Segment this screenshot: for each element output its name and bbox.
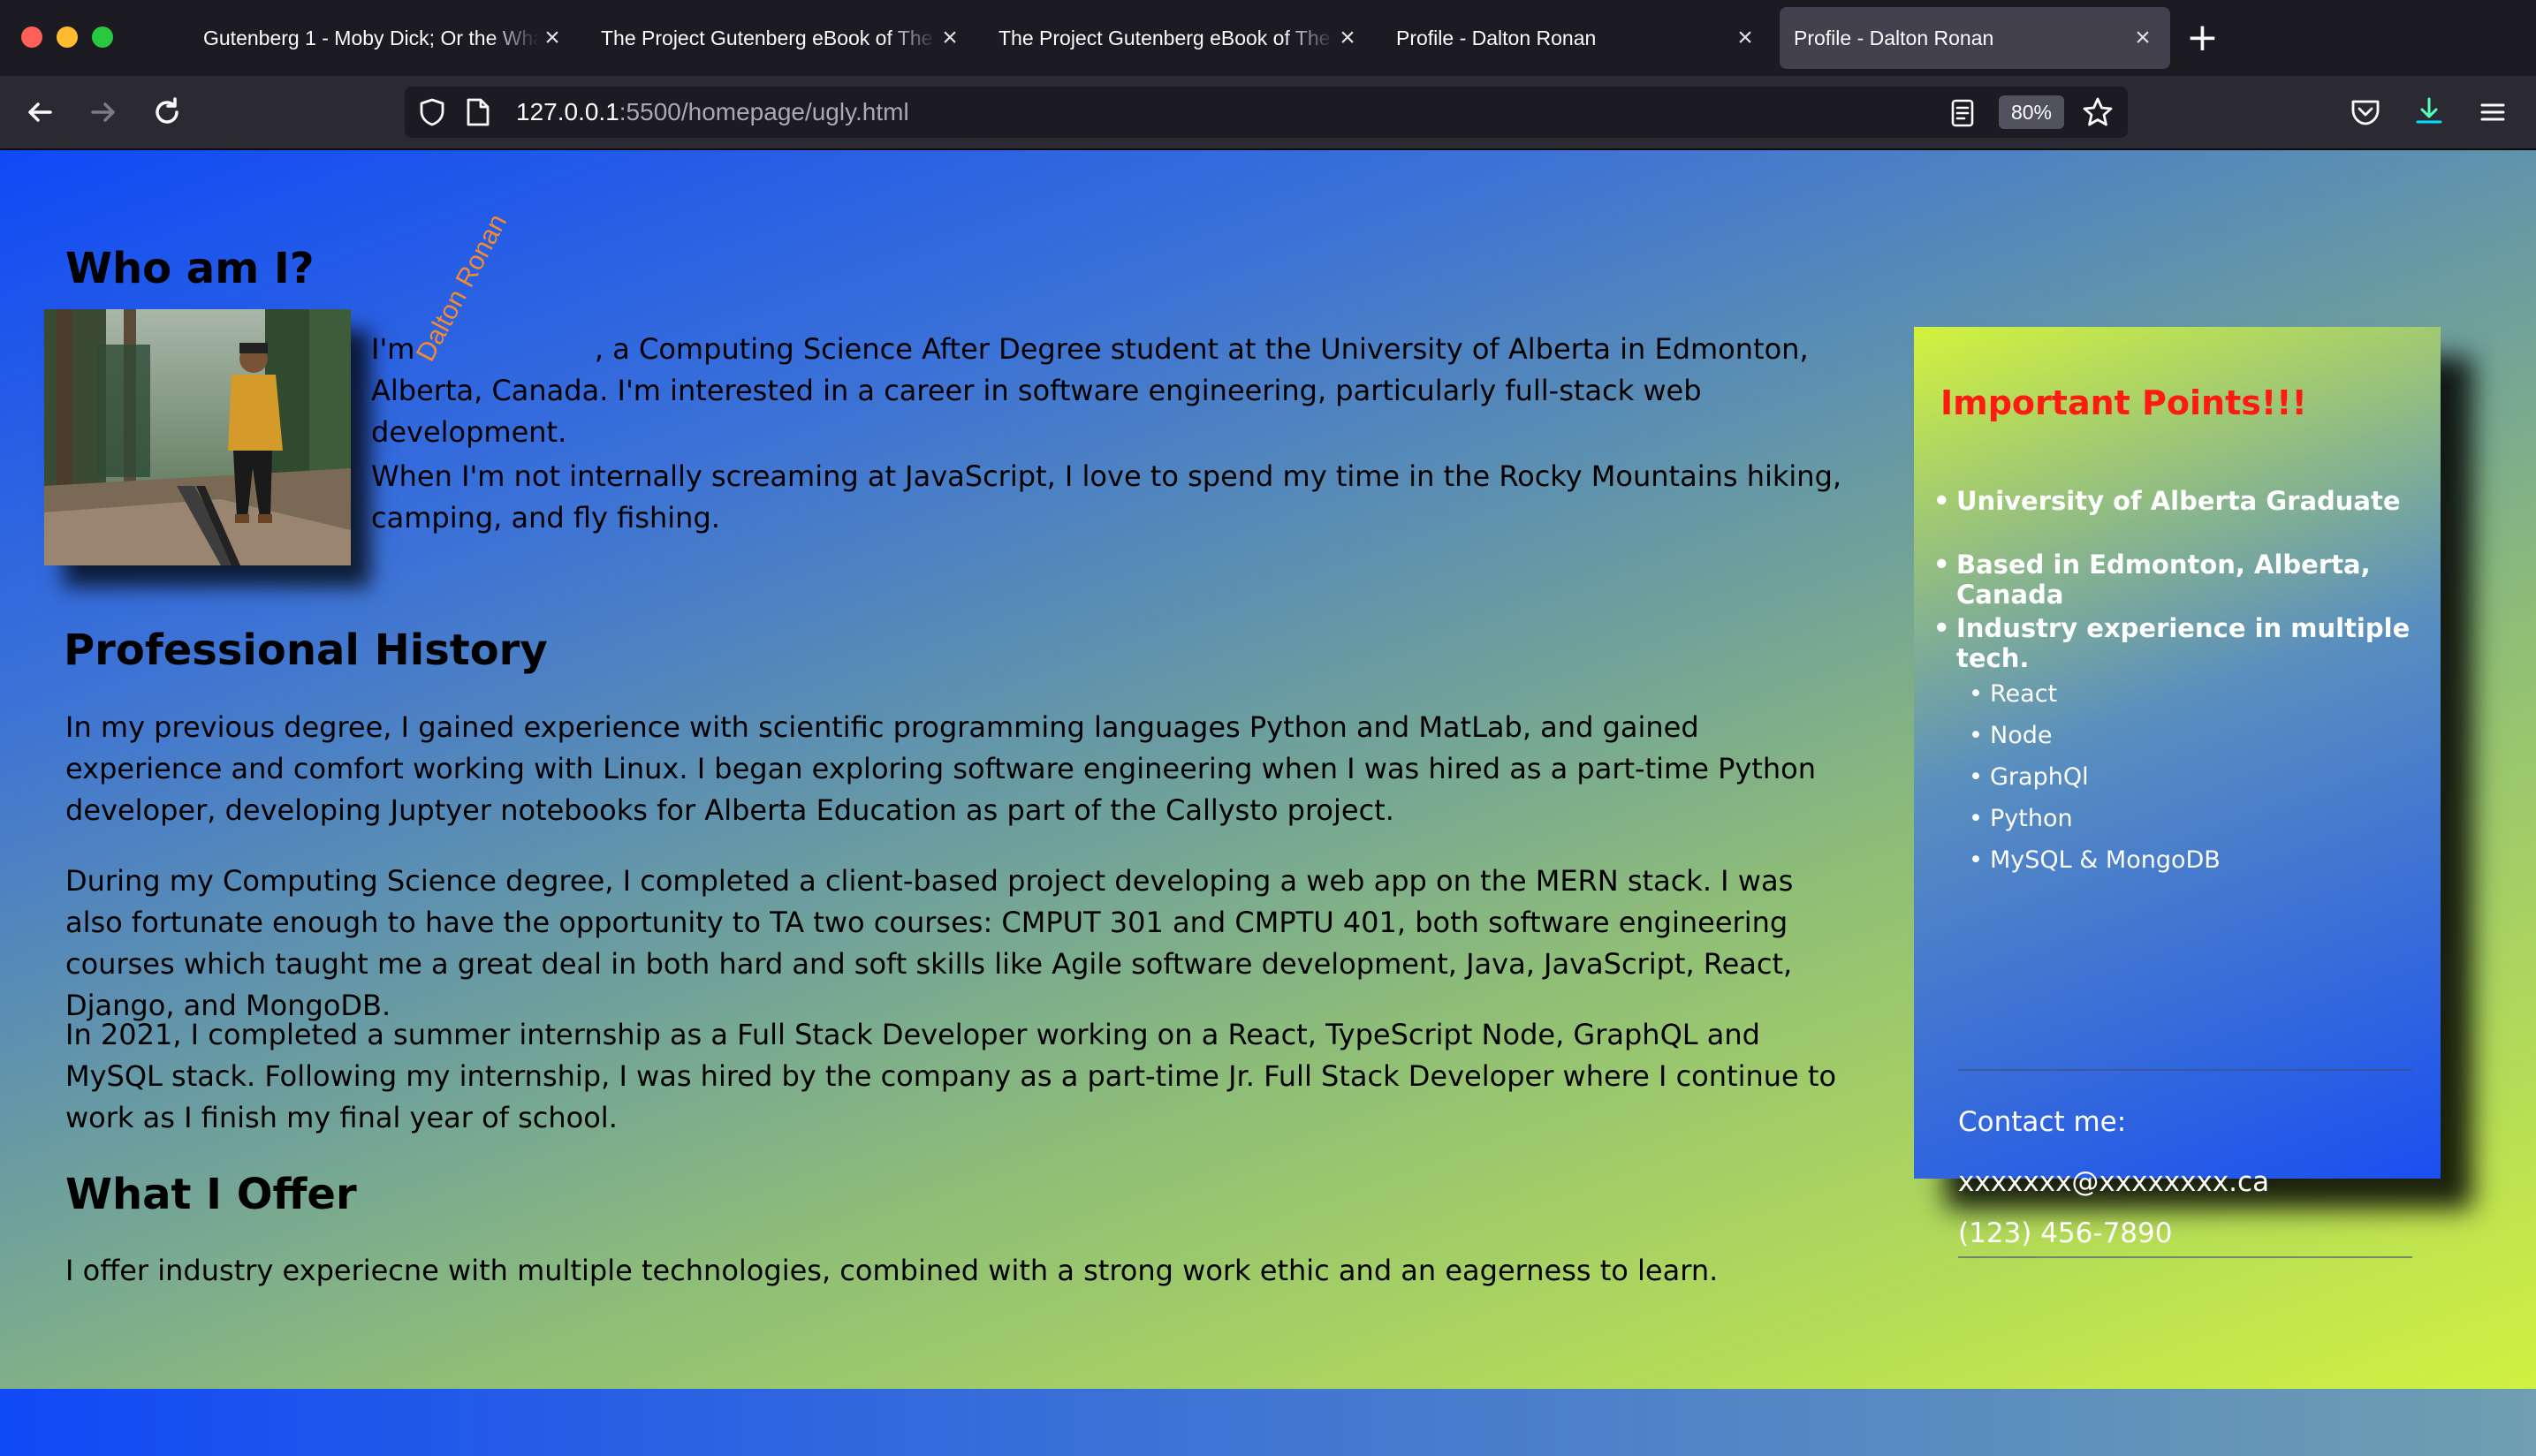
tab-title: The Project Gutenberg eBook of The [601, 26, 933, 49]
tech-item: Node [1969, 715, 2441, 756]
bookmark-star-icon[interactable] [2082, 96, 2114, 132]
close-icon[interactable]: × [2130, 23, 2156, 53]
forward-arrow-icon[interactable] [83, 92, 124, 133]
window-minimize-button[interactable] [57, 27, 78, 48]
menu-hamburger-icon[interactable] [2476, 95, 2509, 133]
back-arrow-icon[interactable] [19, 92, 60, 133]
tab-title: Profile - Dalton Ronan [1794, 26, 1994, 49]
page-icon [465, 97, 491, 131]
browser-tab[interactable]: Gutenberg 1 - Moby Dick; Or the Whale × [189, 7, 580, 69]
tech-item: MySQL & MongoDB [1969, 839, 2441, 881]
intro-paragraph: I'm , a Computing Science After Degree s… [371, 332, 1818, 449]
history-heading: Professional History [64, 626, 548, 675]
page-viewport: Who am I? I'm , a Computing Science Afte… [0, 150, 2536, 1456]
tech-item: Python [1969, 798, 2441, 839]
url-host: 127.0.0.1 [516, 98, 619, 125]
tab-title: Profile - Dalton Ronan [1396, 26, 1597, 49]
contact-label: Contact me: [1958, 1106, 2127, 1138]
point-item: Based in Edmonton, Alberta, Canada [1933, 550, 2441, 613]
reader-view-icon[interactable] [1949, 98, 1976, 132]
point-item: University of Alberta Graduate [1933, 486, 2441, 550]
close-icon[interactable]: × [937, 23, 963, 53]
history-paragraph: In my previous degree, I gained experien… [65, 710, 1816, 827]
contact-email[interactable]: xxxxxxx@xxxxxxxx.ca [1958, 1166, 2269, 1198]
divider [1958, 1069, 2412, 1071]
points-list: University of Alberta Graduate Based in … [1933, 486, 2441, 881]
zoom-level-button[interactable]: 80% [1999, 95, 2064, 129]
new-tab-button[interactable]: + [2186, 16, 2219, 60]
tab-bar: Gutenberg 1 - Moby Dick; Or the Whale × … [0, 0, 2536, 76]
history-paragraph: In 2021, I completed a summer internship… [65, 1018, 1837, 1134]
offer-heading: What I Offer [65, 1170, 357, 1219]
shield-icon[interactable] [417, 97, 447, 131]
hobby-paragraph: When I'm not internally screaming at Jav… [371, 459, 1842, 535]
reload-icon[interactable] [147, 92, 187, 133]
offer-paragraph: I offer industry experiecne with multipl… [65, 1254, 1719, 1287]
url-text[interactable]: 127.0.0.1:5500/homepage/ugly.html [516, 87, 909, 138]
address-bar[interactable]: 127.0.0.1:5500/homepage/ugly.html 80% [405, 87, 2128, 138]
download-icon[interactable] [2412, 95, 2446, 133]
close-icon[interactable]: × [1732, 23, 1758, 53]
card-title: Important Points!!! [1940, 383, 2307, 422]
tech-item: React [1969, 673, 2441, 715]
tab-title: Gutenberg 1 - Moby Dick; Or the Whale [203, 26, 539, 49]
browser-tab-active[interactable]: Profile - Dalton Ronan × [1780, 7, 2170, 69]
contact-phone[interactable]: (123) 456-7890 [1958, 1217, 2172, 1249]
point-item: Industry experience in multiple tech. Re… [1933, 613, 2441, 881]
point-label: Industry experience in multiple tech. [1956, 613, 2411, 673]
browser-tab[interactable]: The Project Gutenberg eBook of The × [587, 7, 977, 69]
history-paragraph: During my Computing Science degree, I co… [65, 864, 1794, 1022]
tech-list: React Node GraphQl Python MySQL & MongoD… [1956, 673, 2441, 881]
important-points-card: Important Points!!! University of Albert… [1914, 327, 2441, 1258]
window-close-button[interactable] [21, 27, 42, 48]
tab-title: The Project Gutenberg eBook of The [998, 26, 1331, 49]
browser-tab[interactable]: Profile - Dalton Ronan × [1382, 7, 1773, 69]
close-icon[interactable]: × [539, 23, 566, 53]
divider [1958, 1256, 2412, 1258]
browser-tab[interactable]: The Project Gutenberg eBook of The × [984, 7, 1375, 69]
tech-item: GraphQl [1969, 756, 2441, 798]
window-maximize-button[interactable] [92, 27, 113, 48]
footer-band [0, 1389, 2536, 1456]
close-icon[interactable]: × [1334, 23, 1361, 53]
who-heading: Who am I? [65, 244, 315, 293]
navigation-toolbar: 127.0.0.1:5500/homepage/ugly.html 80% [0, 76, 2536, 150]
url-path: :5500/homepage/ugly.html [619, 98, 909, 125]
pocket-icon[interactable] [2349, 95, 2382, 133]
profile-photo [44, 309, 351, 565]
